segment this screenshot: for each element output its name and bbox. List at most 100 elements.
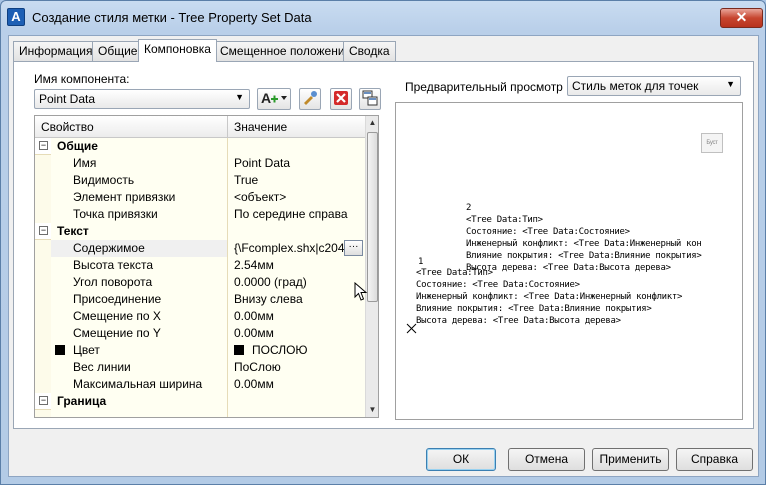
- row-gutter: [35, 376, 51, 393]
- category-row-text[interactable]: − Текст: [35, 223, 365, 240]
- property-value[interactable]: По середине справа: [228, 206, 365, 223]
- property-row-text-height[interactable]: Высота текста 2.54мм: [35, 257, 365, 274]
- property-value-cell[interactable]: ПОСЛОЮ: [228, 342, 365, 359]
- property-value[interactable]: True: [228, 172, 365, 189]
- property-row-rotation-angle[interactable]: Угол поворота 0.0000 (град): [35, 274, 365, 291]
- collapse-icon[interactable]: −: [39, 226, 48, 235]
- property-value-cell: [228, 410, 365, 417]
- property-row-max-width[interactable]: Максимальная ширина 0.00мм: [35, 376, 365, 393]
- property-row-contents[interactable]: Содержимое {\Fcomplex.shx|c204;< ···: [35, 240, 365, 257]
- preview-text-line: Высота дерева: <Tree Data:Высота дерева>: [416, 316, 621, 326]
- color-swatch-icon: [234, 345, 244, 355]
- property-label: Присоединение: [51, 291, 228, 308]
- cancel-button[interactable]: Отмена: [508, 448, 585, 471]
- preview-text-line: Инженерный конфликт: <Tree Data:Инженерн…: [466, 239, 702, 249]
- copy-component-icon: [304, 91, 317, 105]
- property-row-attachment[interactable]: Присоединение Внизу слева: [35, 291, 365, 308]
- property-value[interactable]: <объект>: [228, 189, 365, 206]
- collapse-icon[interactable]: −: [39, 141, 48, 150]
- property-row-lineweight[interactable]: Вес линии ПоСлою: [35, 359, 365, 376]
- help-button[interactable]: Справка: [676, 448, 753, 471]
- row-gutter: [35, 206, 51, 223]
- collapse-icon[interactable]: −: [39, 396, 48, 405]
- category-row-general[interactable]: − Общие: [35, 138, 365, 155]
- property-value[interactable]: ПоСлою: [228, 359, 365, 376]
- component-name-select[interactable]: Point Data ▼: [34, 89, 250, 109]
- row-gutter: [35, 172, 51, 189]
- column-header-value[interactable]: Значение: [228, 116, 365, 138]
- property-value[interactable]: Внизу слева: [228, 291, 365, 308]
- preview-style-value: Стиль меток для точек: [572, 79, 699, 93]
- property-label: Вес линии: [51, 359, 228, 376]
- row-gutter: [35, 359, 51, 376]
- preview-canvas[interactable]: Буст 2 <Tree Data:Тип> Состояние: <Tree …: [395, 102, 743, 420]
- preview-text-line: Состояние: <Tree Data:Состояние>: [416, 280, 580, 290]
- preview-style-thumbnail-icon: Буст: [701, 133, 723, 153]
- mouse-cursor-icon: [354, 282, 368, 301]
- component-order-icon: [362, 90, 378, 106]
- preview-text-line: <Tree Data:Тип>: [416, 268, 493, 278]
- property-row-color[interactable]: Цвет ПОСЛОЮ: [35, 342, 365, 359]
- property-row-y-offset[interactable]: Смещение по Y 0.00мм: [35, 325, 365, 342]
- property-label: Имя: [51, 155, 228, 172]
- tab-layout[interactable]: Компоновка: [138, 39, 217, 62]
- preview-text-line: Влияние покрытия: <Tree Data:Влияние пок…: [466, 251, 702, 261]
- column-header-property[interactable]: Свойство: [35, 116, 228, 138]
- chevron-down-icon: ▼: [235, 92, 244, 102]
- component-order-button[interactable]: [359, 88, 381, 110]
- ok-button[interactable]: ОК: [426, 448, 496, 471]
- category-label: Текст: [51, 223, 228, 240]
- delete-component-button[interactable]: [330, 88, 352, 110]
- property-value[interactable]: 0.00мм: [228, 325, 365, 342]
- tab-information[interactable]: Информация: [13, 41, 99, 61]
- property-label: Угол поворота: [51, 274, 228, 291]
- preview-text-line: Состояние: <Tree Data:Состояние>: [466, 227, 630, 237]
- tab-summary[interactable]: Сводка: [343, 41, 396, 61]
- row-gutter: [35, 155, 51, 172]
- add-component-button[interactable]: A: [257, 88, 291, 110]
- point-marker-icon: [406, 323, 417, 334]
- category-row-border[interactable]: − Граница: [35, 393, 365, 410]
- category-value-cell: [228, 393, 365, 410]
- property-label: Содержимое: [51, 240, 228, 257]
- property-value[interactable]: 0.0000 (град): [228, 274, 365, 291]
- property-grid-scrollbar[interactable]: ▲ ▼: [365, 116, 378, 417]
- row-gutter: [35, 342, 51, 359]
- category-label: Общие: [51, 138, 228, 155]
- close-button[interactable]: ✕: [720, 8, 763, 28]
- property-label-cell: Цвет: [51, 342, 228, 359]
- scroll-up-icon[interactable]: ▲: [366, 116, 378, 130]
- scroll-thumb[interactable]: [367, 132, 378, 302]
- copy-component-button[interactable]: [299, 88, 321, 110]
- tab-dragged-state[interactable]: Смещенное положение: [214, 41, 358, 61]
- property-row-x-offset[interactable]: Смещение по X 0.00мм: [35, 308, 365, 325]
- property-grid: Свойство Значение − Общие Имя Point Data: [34, 115, 379, 418]
- preview-text-line: 2: [466, 203, 472, 213]
- category-value-cell: [228, 223, 365, 240]
- property-row-name[interactable]: Имя Point Data: [35, 155, 365, 172]
- component-name-label: Имя компонента:: [34, 72, 130, 86]
- property-value[interactable]: 0.00мм: [228, 376, 365, 393]
- preview-style-select[interactable]: Стиль меток для точек ▼: [567, 76, 741, 96]
- property-value[interactable]: 0.00мм: [228, 308, 365, 325]
- row-gutter: [35, 274, 51, 291]
- property-label: Видимость: [51, 172, 228, 189]
- apply-button[interactable]: Применить: [592, 448, 669, 471]
- row-gutter: [35, 189, 51, 206]
- title-bar[interactable]: A Создание стиля метки - Tree Property S…: [1, 1, 765, 35]
- property-value[interactable]: 2.54мм: [228, 257, 365, 274]
- property-row-visibility[interactable]: Видимость True: [35, 172, 365, 189]
- property-label: Максимальная ширина: [51, 376, 228, 393]
- row-gutter: [35, 410, 51, 417]
- property-value[interactable]: Point Data: [228, 155, 365, 172]
- property-row-anchor-point[interactable]: Точка привязки По середине справа: [35, 206, 365, 223]
- edit-contents-button[interactable]: ···: [344, 240, 363, 256]
- tab-general[interactable]: Общие: [92, 41, 144, 61]
- preview-text-line: Инженерный конфликт: <Tree Data:Инженерн…: [416, 292, 683, 302]
- preview-text-line: Высота дерева: <Tree Data:Высота дерева>: [466, 263, 671, 273]
- dialog-window: A Создание стиля метки - Tree Property S…: [0, 0, 766, 485]
- scroll-down-icon[interactable]: ▼: [366, 403, 378, 417]
- property-row-anchor-element[interactable]: Элемент привязки <объект>: [35, 189, 365, 206]
- category-value-cell: [228, 138, 365, 155]
- property-label: Смещение по X: [51, 308, 228, 325]
